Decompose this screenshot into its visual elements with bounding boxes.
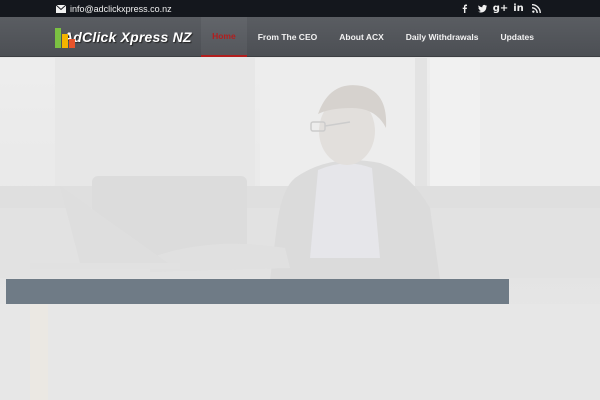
linkedin-icon[interactable]: in — [511, 1, 526, 16]
envelope-icon — [56, 4, 66, 13]
nav-daily-withdrawals[interactable]: Daily Withdrawals — [395, 17, 490, 57]
site-logo[interactable]: AdClick Xpress NZ — [55, 23, 192, 51]
nav-about-acx[interactable]: About ACX — [328, 17, 395, 57]
google-plus-icon[interactable]: g+ — [493, 1, 509, 16]
contact-email-text[interactable]: info@adclickxpress.co.nz — [70, 4, 172, 14]
logo-text: AdClick Xpress NZ — [63, 29, 192, 45]
bar-chart-logo-icon — [55, 24, 81, 50]
nav-updates[interactable]: Updates — [489, 17, 545, 57]
main-nav: Home From The CEO About ACX Daily Withdr… — [201, 17, 545, 57]
facebook-icon[interactable] — [457, 1, 472, 16]
nav-home[interactable]: Home — [201, 17, 247, 57]
hero-caption-bar — [6, 279, 509, 304]
hero-overlay — [0, 58, 600, 400]
nav-from-the-ceo[interactable]: From The CEO — [247, 17, 329, 57]
contact-email[interactable]: info@adclickxpress.co.nz — [56, 2, 172, 15]
top-info-bar: info@adclickxpress.co.nz g+ in — [0, 0, 600, 17]
twitter-icon[interactable] — [475, 1, 490, 16]
site-header: AdClick Xpress NZ Home From The CEO Abou… — [0, 17, 600, 57]
social-links: g+ in — [457, 0, 544, 17]
hero-banner — [0, 58, 600, 400]
rss-icon[interactable] — [529, 1, 544, 16]
